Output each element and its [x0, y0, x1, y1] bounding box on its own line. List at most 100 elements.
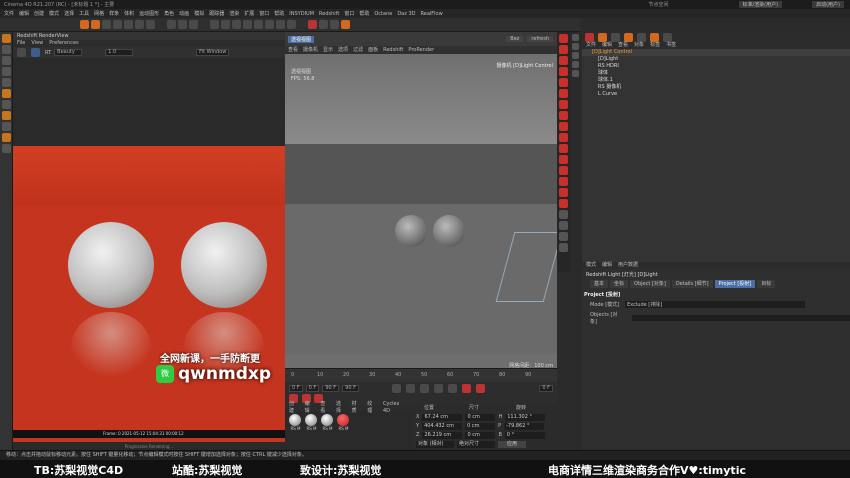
- menu-item[interactable]: 运动图形: [139, 10, 159, 17]
- end-frame-field-2[interactable]: 90 F: [342, 384, 359, 392]
- cloner-icon[interactable]: [243, 20, 252, 29]
- object-row[interactable]: [D]Light: [582, 56, 850, 63]
- size-field[interactable]: 0 cm: [465, 432, 496, 439]
- rotation-field[interactable]: 111.302 °: [505, 414, 546, 421]
- menu-item[interactable]: 选择: [64, 10, 74, 17]
- menu-item[interactable]: 模拟: [194, 10, 204, 17]
- viewport-menu-item[interactable]: 查看: [288, 46, 298, 54]
- attribute-tab[interactable]: Details [细节]: [671, 280, 713, 288]
- redshift-shelf-icon[interactable]: [559, 188, 568, 197]
- y-icon[interactable]: [650, 32, 659, 42]
- undo-icon[interactable]: [80, 20, 89, 29]
- material-menu-item[interactable]: 查看: [320, 401, 330, 415]
- zoom-field[interactable]: 1.0: [105, 49, 134, 56]
- timeline-ruler[interactable]: 0 10 20 30 40 50 60 70 80 90: [285, 368, 557, 382]
- redshift-shelf-icon[interactable]: [559, 67, 568, 76]
- tool-icon-3[interactable]: [572, 52, 579, 59]
- render-view-menu-item[interactable]: Preferences: [49, 40, 78, 47]
- light-icon[interactable]: [287, 20, 296, 29]
- material-menu-item[interactable]: 选择: [336, 401, 346, 415]
- first-frame-icon[interactable]: [391, 383, 401, 393]
- redshift-shelf-icon[interactable]: [559, 199, 568, 208]
- objects-list-field[interactable]: [632, 315, 850, 321]
- grid-icon[interactable]: [2, 144, 11, 153]
- end-frame-field[interactable]: 90 F: [322, 384, 340, 392]
- redshift-shelf-icon[interactable]: [559, 111, 568, 120]
- current-frame-field[interactable]: 0 F: [305, 384, 320, 392]
- object-row[interactable]: 球体: [582, 70, 850, 77]
- texture-mode-icon[interactable]: [2, 45, 11, 54]
- menu-item[interactable]: INSYDIUM: [289, 11, 314, 17]
- light-small-icon[interactable]: [598, 32, 607, 42]
- menu-item[interactable]: Daz 3D: [397, 11, 415, 17]
- viewport-menu-item[interactable]: 过滤: [353, 46, 363, 54]
- next-frame-icon[interactable]: [433, 383, 443, 393]
- material-menu-item[interactable]: Cycles 4D: [383, 401, 407, 415]
- menu-item[interactable]: 编辑: [19, 10, 29, 17]
- render-settings-icon[interactable]: [189, 20, 198, 29]
- edges-mode-icon[interactable]: [2, 67, 11, 76]
- menu-item[interactable]: 扩展: [244, 10, 254, 17]
- tool-icon-5[interactable]: [572, 70, 579, 77]
- redshift-shelf-icon[interactable]: [559, 243, 568, 252]
- object-menu-item[interactable]: 对象: [634, 42, 644, 49]
- z-axis-icon[interactable]: [146, 20, 155, 29]
- menu-item[interactable]: 角色: [164, 10, 174, 17]
- timeline-frame-end[interactable]: 0 F: [539, 384, 553, 392]
- render-view-menu-item[interactable]: View: [31, 40, 43, 47]
- attribute-tab[interactable]: 目标: [757, 280, 776, 288]
- redshift-shelf-icon[interactable]: [559, 34, 568, 43]
- refresh-button[interactable]: refresh: [527, 36, 553, 42]
- x-icon[interactable]: [637, 32, 646, 42]
- rotation-field[interactable]: 0 °: [504, 432, 545, 439]
- object-menu-item[interactable]: 书签: [666, 42, 676, 49]
- redshift-shelf-icon[interactable]: [559, 133, 568, 142]
- menu-item[interactable]: 跟踪器: [209, 10, 224, 17]
- position-field[interactable]: 404.432 cm: [422, 423, 463, 430]
- size-mode-dropdown[interactable]: 绝对尺寸: [457, 441, 495, 448]
- hdri-icon[interactable]: [624, 32, 633, 42]
- menu-item[interactable]: 渲染: [229, 10, 239, 17]
- play-forward-icon[interactable]: [419, 383, 429, 393]
- camera-icon[interactable]: [276, 20, 285, 29]
- viewport-menu-item[interactable]: 显示: [323, 46, 333, 54]
- redshift-shelf-icon[interactable]: [559, 166, 568, 175]
- menu-item[interactable]: RealFlow: [421, 11, 443, 17]
- locked-workplane-icon[interactable]: [2, 111, 11, 120]
- coord-mode-dropdown[interactable]: 对象 (相对): [416, 441, 454, 448]
- autokey-icon[interactable]: [475, 383, 485, 393]
- redshift-shelf-icon[interactable]: [559, 155, 568, 164]
- tab-perspective[interactable]: 透视视图: [288, 35, 315, 43]
- redshift-shelf-icon[interactable]: [559, 122, 568, 131]
- object-menu-item[interactable]: 查看: [618, 42, 628, 49]
- menu-item[interactable]: 帮助: [274, 10, 284, 17]
- object-menu-item[interactable]: 编辑: [602, 42, 612, 49]
- mode-dropdown[interactable]: Exclude [排除]: [625, 301, 806, 308]
- attribute-tab[interactable]: Object [对象]: [630, 280, 670, 288]
- bez-button[interactable]: Bez: [506, 36, 524, 42]
- viewport-menu-item[interactable]: 面板: [368, 46, 378, 54]
- size-field[interactable]: 0 cm: [465, 423, 496, 430]
- camera-small-icon[interactable]: [611, 32, 620, 42]
- scale-tool-icon[interactable]: [102, 20, 111, 29]
- redshift-shelf-icon[interactable]: [559, 100, 568, 109]
- redshift-shelf-icon[interactable]: [559, 221, 568, 230]
- redshift-shelf-icon[interactable]: [559, 210, 568, 219]
- tool-icon-1[interactable]: [572, 34, 579, 41]
- object-menu-item[interactable]: 文件: [586, 42, 596, 49]
- render-view-icon[interactable]: [167, 20, 176, 29]
- material-swatch[interactable]: RS M: [289, 414, 302, 431]
- last-frame-icon[interactable]: [447, 383, 457, 393]
- workplane-icon[interactable]: [2, 100, 11, 109]
- menu-item[interactable]: 创建: [34, 10, 44, 17]
- material-swatch[interactable]: RS M: [305, 414, 318, 431]
- redshift-shelf-icon[interactable]: [559, 56, 568, 65]
- menu-item[interactable]: Redshift: [319, 11, 339, 17]
- aov-dropdown[interactable]: Beauty: [54, 49, 83, 56]
- viewport-menu-item[interactable]: Redshift: [383, 46, 403, 54]
- menu-item[interactable]: Octane: [374, 11, 392, 17]
- play-icon[interactable]: [31, 48, 40, 57]
- deformer-icon[interactable]: [254, 20, 263, 29]
- menu-item[interactable]: 工具: [79, 10, 89, 17]
- tool-icon-2[interactable]: [572, 43, 579, 50]
